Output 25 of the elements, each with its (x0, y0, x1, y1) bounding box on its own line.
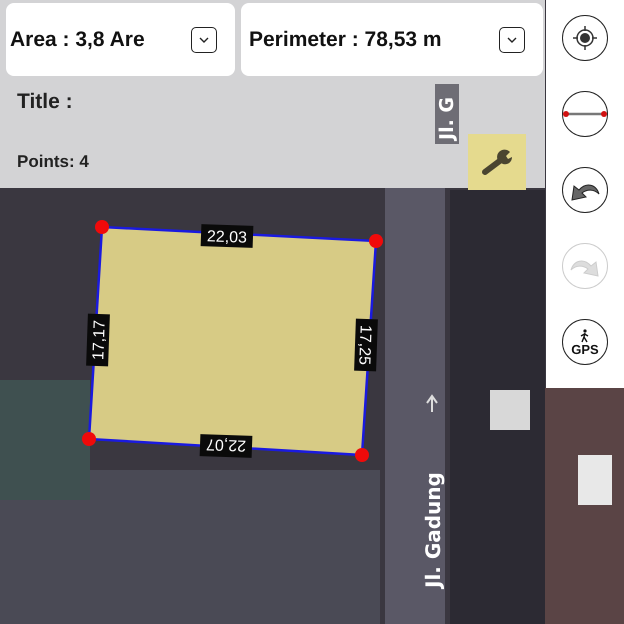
tool-button[interactable] (562, 15, 608, 61)
vertex-point[interactable] (95, 220, 109, 234)
vertex-point[interactable] (369, 234, 383, 248)
caret-icon (507, 36, 517, 42)
walking-person-icon (580, 328, 590, 342)
street-label: Jl. Gadung (421, 472, 445, 588)
street-label: Jl. G (436, 96, 458, 140)
wrench-icon (479, 147, 515, 177)
tool-button[interactable] (562, 167, 608, 213)
dropdown-button[interactable] (191, 26, 217, 52)
title-label: Title : (17, 90, 73, 114)
tool-button[interactable]: GPS (562, 319, 608, 365)
crosshair-icon (572, 25, 598, 51)
summary-text: Area : 3,8 Are (10, 28, 145, 52)
caret-icon (199, 36, 209, 42)
points-count: Points: 4 (17, 152, 89, 172)
dropdown-button[interactable] (499, 26, 525, 52)
line-measure-icon (563, 109, 607, 119)
vertex-point[interactable] (82, 432, 96, 446)
summary-text: Perimeter : 78,53 m (249, 28, 442, 52)
vertex-point[interactable] (355, 448, 369, 462)
arrow-icon (426, 394, 438, 413)
tool-button[interactable] (562, 91, 608, 137)
gps-label: GPS (571, 342, 599, 356)
wrench-button[interactable] (468, 134, 526, 190)
